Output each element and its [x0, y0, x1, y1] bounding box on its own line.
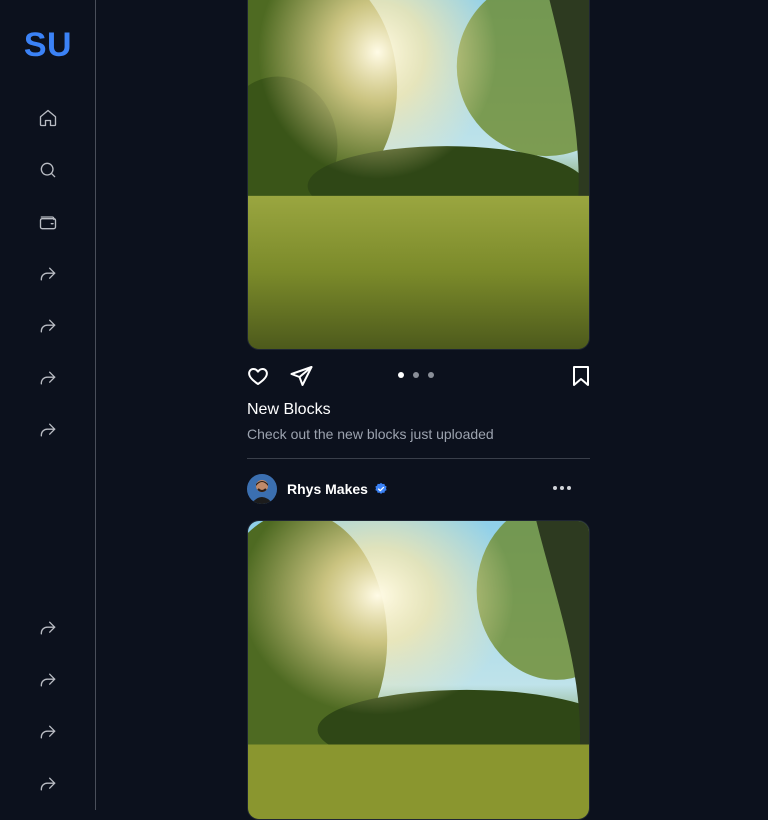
nav-bottom-share-3[interactable] [36, 720, 60, 744]
share-button[interactable] [289, 364, 314, 393]
carousel-dot[interactable] [413, 372, 419, 378]
nav-bottom-share-4[interactable] [36, 772, 60, 796]
nav-wallet[interactable] [36, 210, 60, 234]
divider [247, 458, 590, 459]
search-icon [40, 162, 56, 178]
meadow-photo [248, 521, 589, 819]
send-icon [290, 366, 313, 386]
more-dot [567, 486, 571, 490]
meadow-photo [248, 0, 589, 349]
share-icon [40, 621, 56, 635]
nav-home[interactable] [36, 106, 60, 130]
post-title: New Blocks [247, 401, 331, 418]
bookmark-icon [573, 366, 589, 386]
logo[interactable]: SU [0, 26, 96, 65]
author-name[interactable]: Rhys Makes [287, 481, 368, 497]
avatar[interactable] [247, 474, 277, 504]
share-icon [40, 673, 56, 687]
like-button[interactable] [246, 364, 270, 393]
share-icon [40, 371, 56, 385]
more-dot [560, 486, 564, 490]
post-author[interactable]: Rhys Makes [247, 474, 388, 504]
heart-icon [248, 368, 268, 385]
share-icon [40, 725, 56, 739]
carousel-dot[interactable] [398, 372, 404, 378]
bookmark-button[interactable] [569, 364, 593, 393]
carousel-dot[interactable] [428, 372, 434, 378]
nav-share-1[interactable] [36, 262, 60, 286]
nav-bottom-share-1[interactable] [36, 616, 60, 640]
nav-share-4[interactable] [36, 418, 60, 442]
share-icon [40, 777, 56, 791]
nav-bottom-share-2[interactable] [36, 668, 60, 692]
nav-share-3[interactable] [36, 366, 60, 390]
post-image[interactable] [247, 520, 590, 820]
post-image[interactable] [247, 0, 590, 350]
share-icon [40, 423, 56, 437]
home-icon [39, 109, 57, 127]
sidebar: SU [0, 0, 96, 810]
post-description: Check out the new blocks just uploaded [247, 426, 494, 442]
share-icon [40, 319, 56, 333]
share-icon [40, 267, 56, 281]
more-options-button[interactable] [550, 478, 574, 498]
wallet-icon [39, 216, 57, 230]
more-dot [553, 486, 557, 490]
carousel-indicator [398, 372, 434, 378]
nav-share-2[interactable] [36, 314, 60, 338]
nav-search[interactable] [36, 158, 60, 182]
verified-badge-icon [375, 482, 387, 494]
